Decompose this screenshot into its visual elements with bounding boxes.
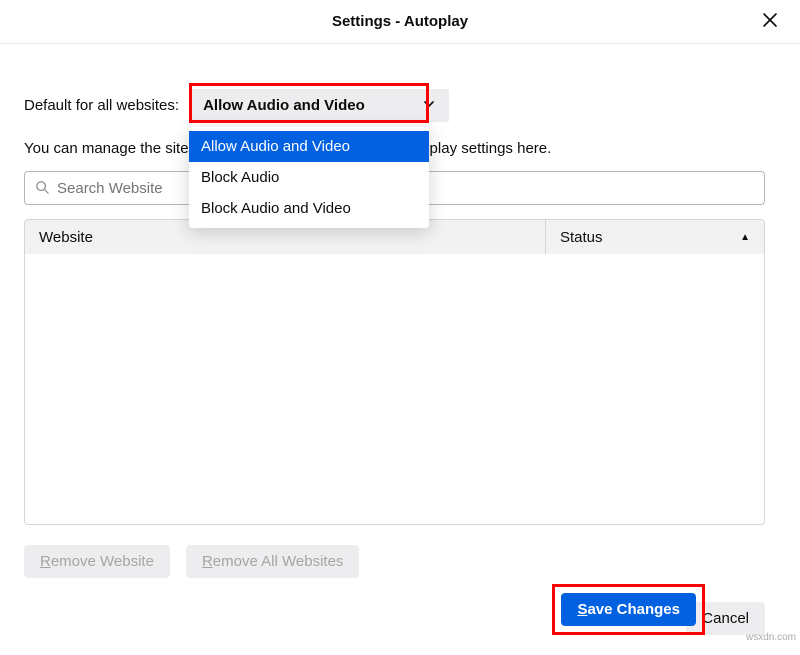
dropdown-option[interactable]: Block Audio and Video bbox=[189, 193, 429, 224]
accesskey-underline: S bbox=[577, 601, 587, 618]
default-label: Default for all websites: bbox=[24, 97, 179, 114]
search-icon bbox=[35, 180, 49, 197]
dropdown-selected-label: Allow Audio and Video bbox=[203, 97, 365, 114]
dropdown-option[interactable]: Block Audio bbox=[189, 162, 429, 193]
table-body bbox=[25, 254, 764, 524]
dialog-header: Settings - Autoplay bbox=[0, 0, 800, 44]
remove-all-websites-button[interactable]: Remove All Websites bbox=[186, 545, 359, 578]
dialog-title: Settings - Autoplay bbox=[332, 13, 468, 30]
save-changes-button[interactable]: Save Changes bbox=[561, 593, 696, 626]
default-row: Default for all websites: Allow Audio an… bbox=[24, 89, 765, 122]
remove-buttons-row: Remove Website Remove All Websites bbox=[24, 545, 765, 578]
remove-website-button[interactable]: Remove Website bbox=[24, 545, 170, 578]
website-table: Website Status ▲ bbox=[24, 219, 765, 525]
accesskey-underline: R bbox=[202, 553, 213, 570]
dropdown-menu: Allow Audio and Video Block Audio Block … bbox=[189, 127, 429, 228]
close-icon[interactable] bbox=[762, 12, 778, 31]
dialog-actions: Save Changes Cancel bbox=[24, 602, 765, 635]
column-header-status-label: Status bbox=[560, 229, 603, 246]
accesskey-underline: R bbox=[40, 553, 51, 570]
chevron-down-icon bbox=[423, 98, 435, 114]
default-dropdown[interactable]: Allow Audio and Video bbox=[189, 89, 449, 122]
column-header-status[interactable]: Status ▲ bbox=[546, 220, 764, 254]
highlight-box: Save Changes bbox=[552, 584, 705, 635]
column-header-website-label: Website bbox=[39, 229, 93, 246]
sort-icon: ▲ bbox=[740, 232, 750, 243]
dropdown-option[interactable]: Allow Audio and Video bbox=[189, 131, 429, 162]
watermark: wsxdn.com bbox=[746, 632, 796, 643]
